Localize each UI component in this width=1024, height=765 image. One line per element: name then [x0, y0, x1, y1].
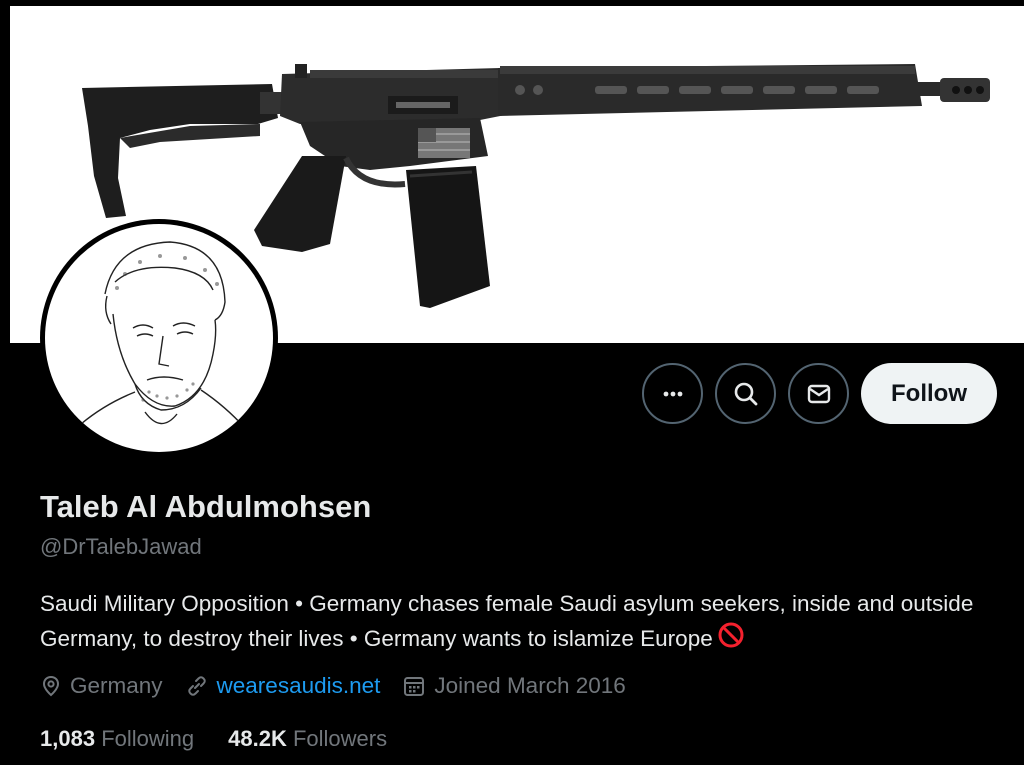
message-button[interactable]: [788, 363, 850, 424]
following-label: Following: [101, 726, 195, 751]
profile-handle: @DrTalebJawad: [40, 534, 202, 559]
followers-link[interactable]: 48.2K Followers: [228, 726, 387, 752]
bio-text: Saudi Military Opposition • Germany chas…: [40, 591, 974, 651]
more-icon: [663, 391, 682, 396]
followers-label: Followers: [292, 726, 388, 751]
avatar-image: [45, 224, 273, 452]
link-icon: [187, 676, 206, 696]
profile-meta: Germany wearesaudis.net Joined March 201…: [40, 673, 648, 699]
search-button[interactable]: [715, 363, 777, 424]
profile-actions: Follow: [642, 363, 997, 424]
website-item: wearesaudis.net: [185, 673, 381, 699]
followers-count: 48.2K: [228, 726, 287, 751]
profile-bio: Saudi Military Opposition • Germany chas…: [40, 587, 1010, 659]
mail-icon: [807, 384, 830, 403]
location-text: Germany: [70, 673, 163, 698]
calendar-icon: [404, 677, 425, 696]
following-link[interactable]: 1,083 Following: [40, 726, 194, 752]
joined-text: Joined March 2016: [434, 673, 626, 698]
following-count: 1,083: [40, 726, 96, 751]
search-icon: [734, 382, 757, 405]
profile-name: Taleb Al Abdulmohsen: [40, 489, 372, 524]
location-item: Germany: [40, 673, 163, 699]
no-entry-sign-icon: [717, 621, 745, 659]
follow-button[interactable]: Follow: [861, 363, 997, 424]
joined-item: Joined March 2016: [402, 673, 626, 699]
profile-stats: 1,083 Following 48.2K Followers: [40, 726, 421, 752]
avatar-sketch: [80, 241, 246, 429]
website-link[interactable]: wearesaudis.net: [217, 673, 381, 699]
location-pin-icon: [42, 675, 60, 697]
more-button[interactable]: [642, 363, 704, 424]
avatar[interactable]: [40, 219, 278, 457]
